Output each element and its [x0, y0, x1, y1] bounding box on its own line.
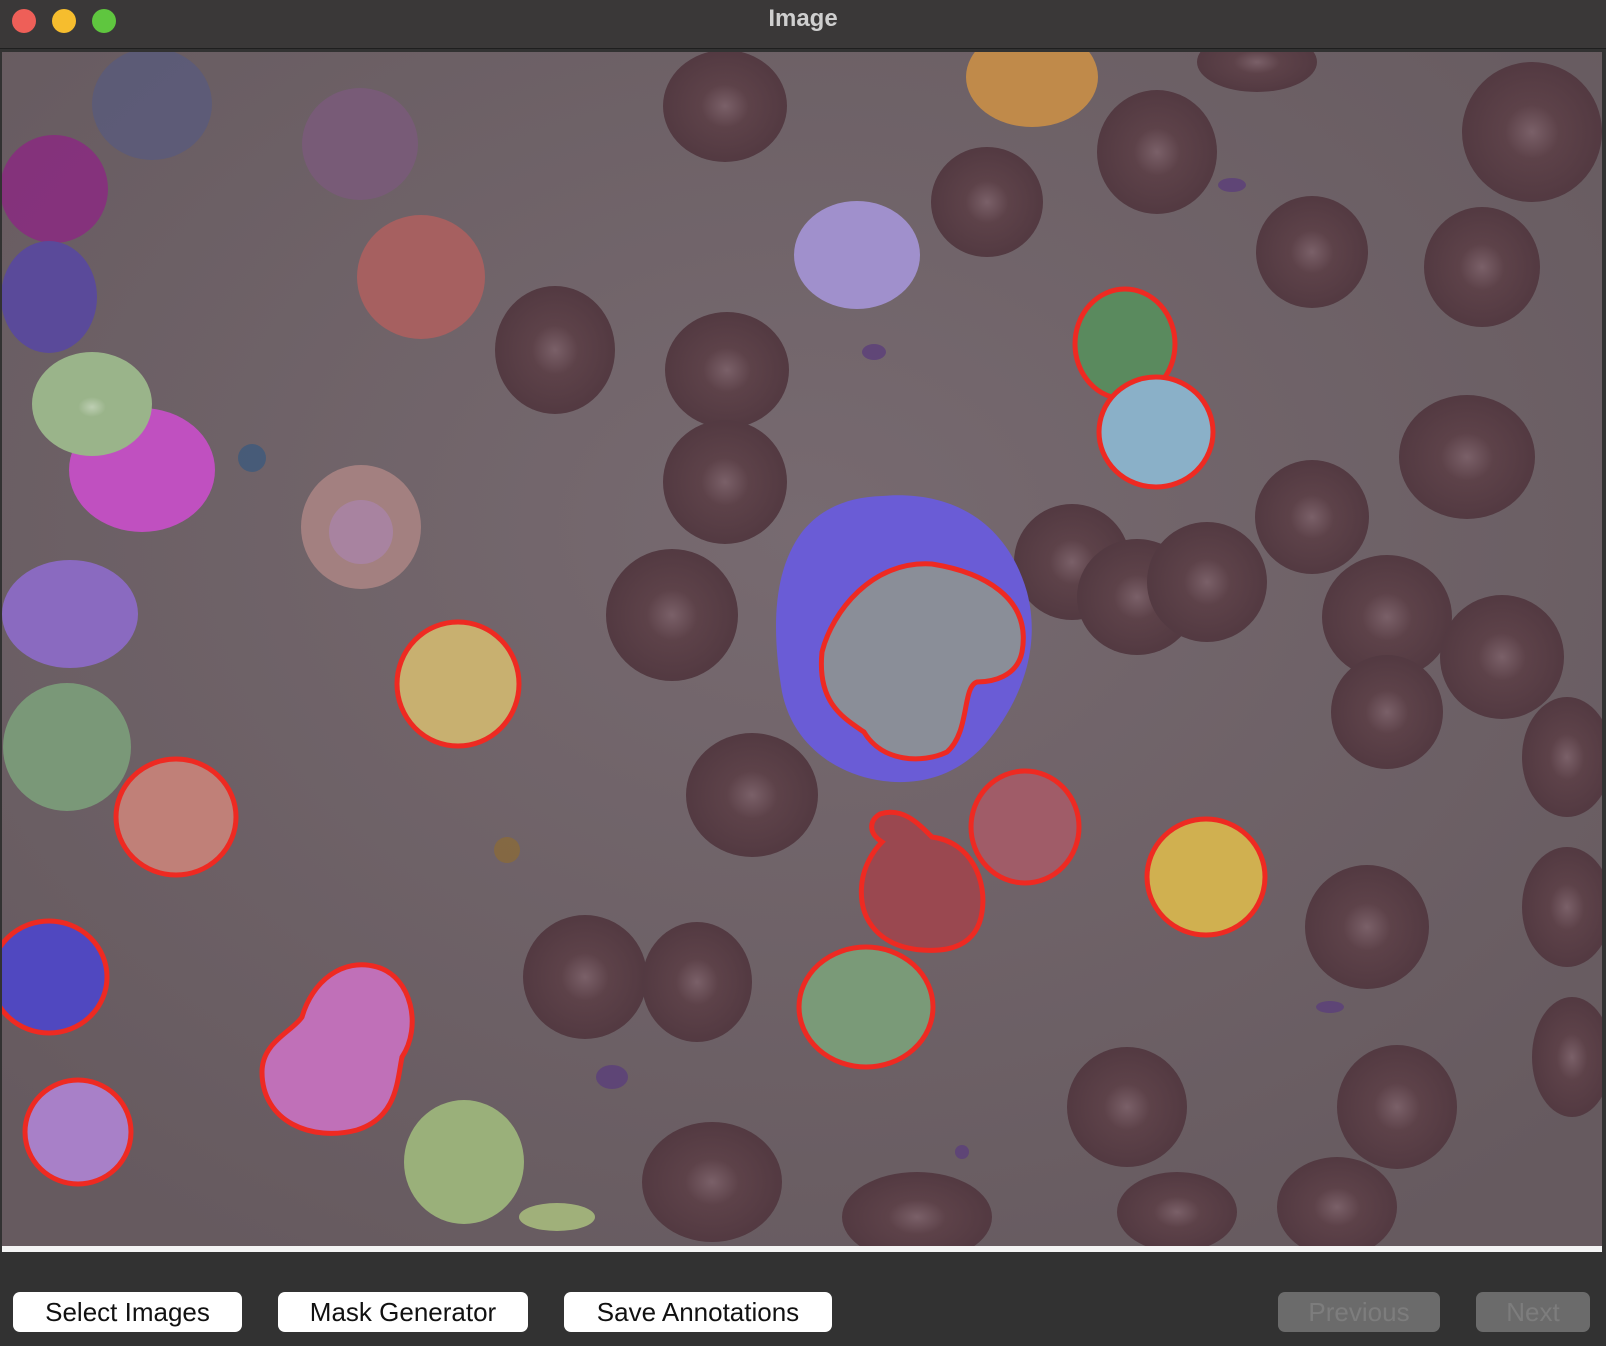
image-canvas[interactable] [2, 52, 1602, 1248]
save-annotations-button[interactable]: Save Annotations [564, 1292, 832, 1332]
window-titlebar: Image [0, 0, 1606, 49]
annotated-image [2, 52, 1602, 1248]
canvas-bottom-border [2, 1246, 1602, 1252]
next-button[interactable]: Next [1476, 1292, 1590, 1332]
mask-generator-button[interactable]: Mask Generator [278, 1292, 528, 1332]
window-title: Image [768, 5, 838, 32]
select-images-button[interactable]: Select Images [13, 1292, 242, 1332]
previous-button[interactable]: Previous [1278, 1292, 1440, 1332]
